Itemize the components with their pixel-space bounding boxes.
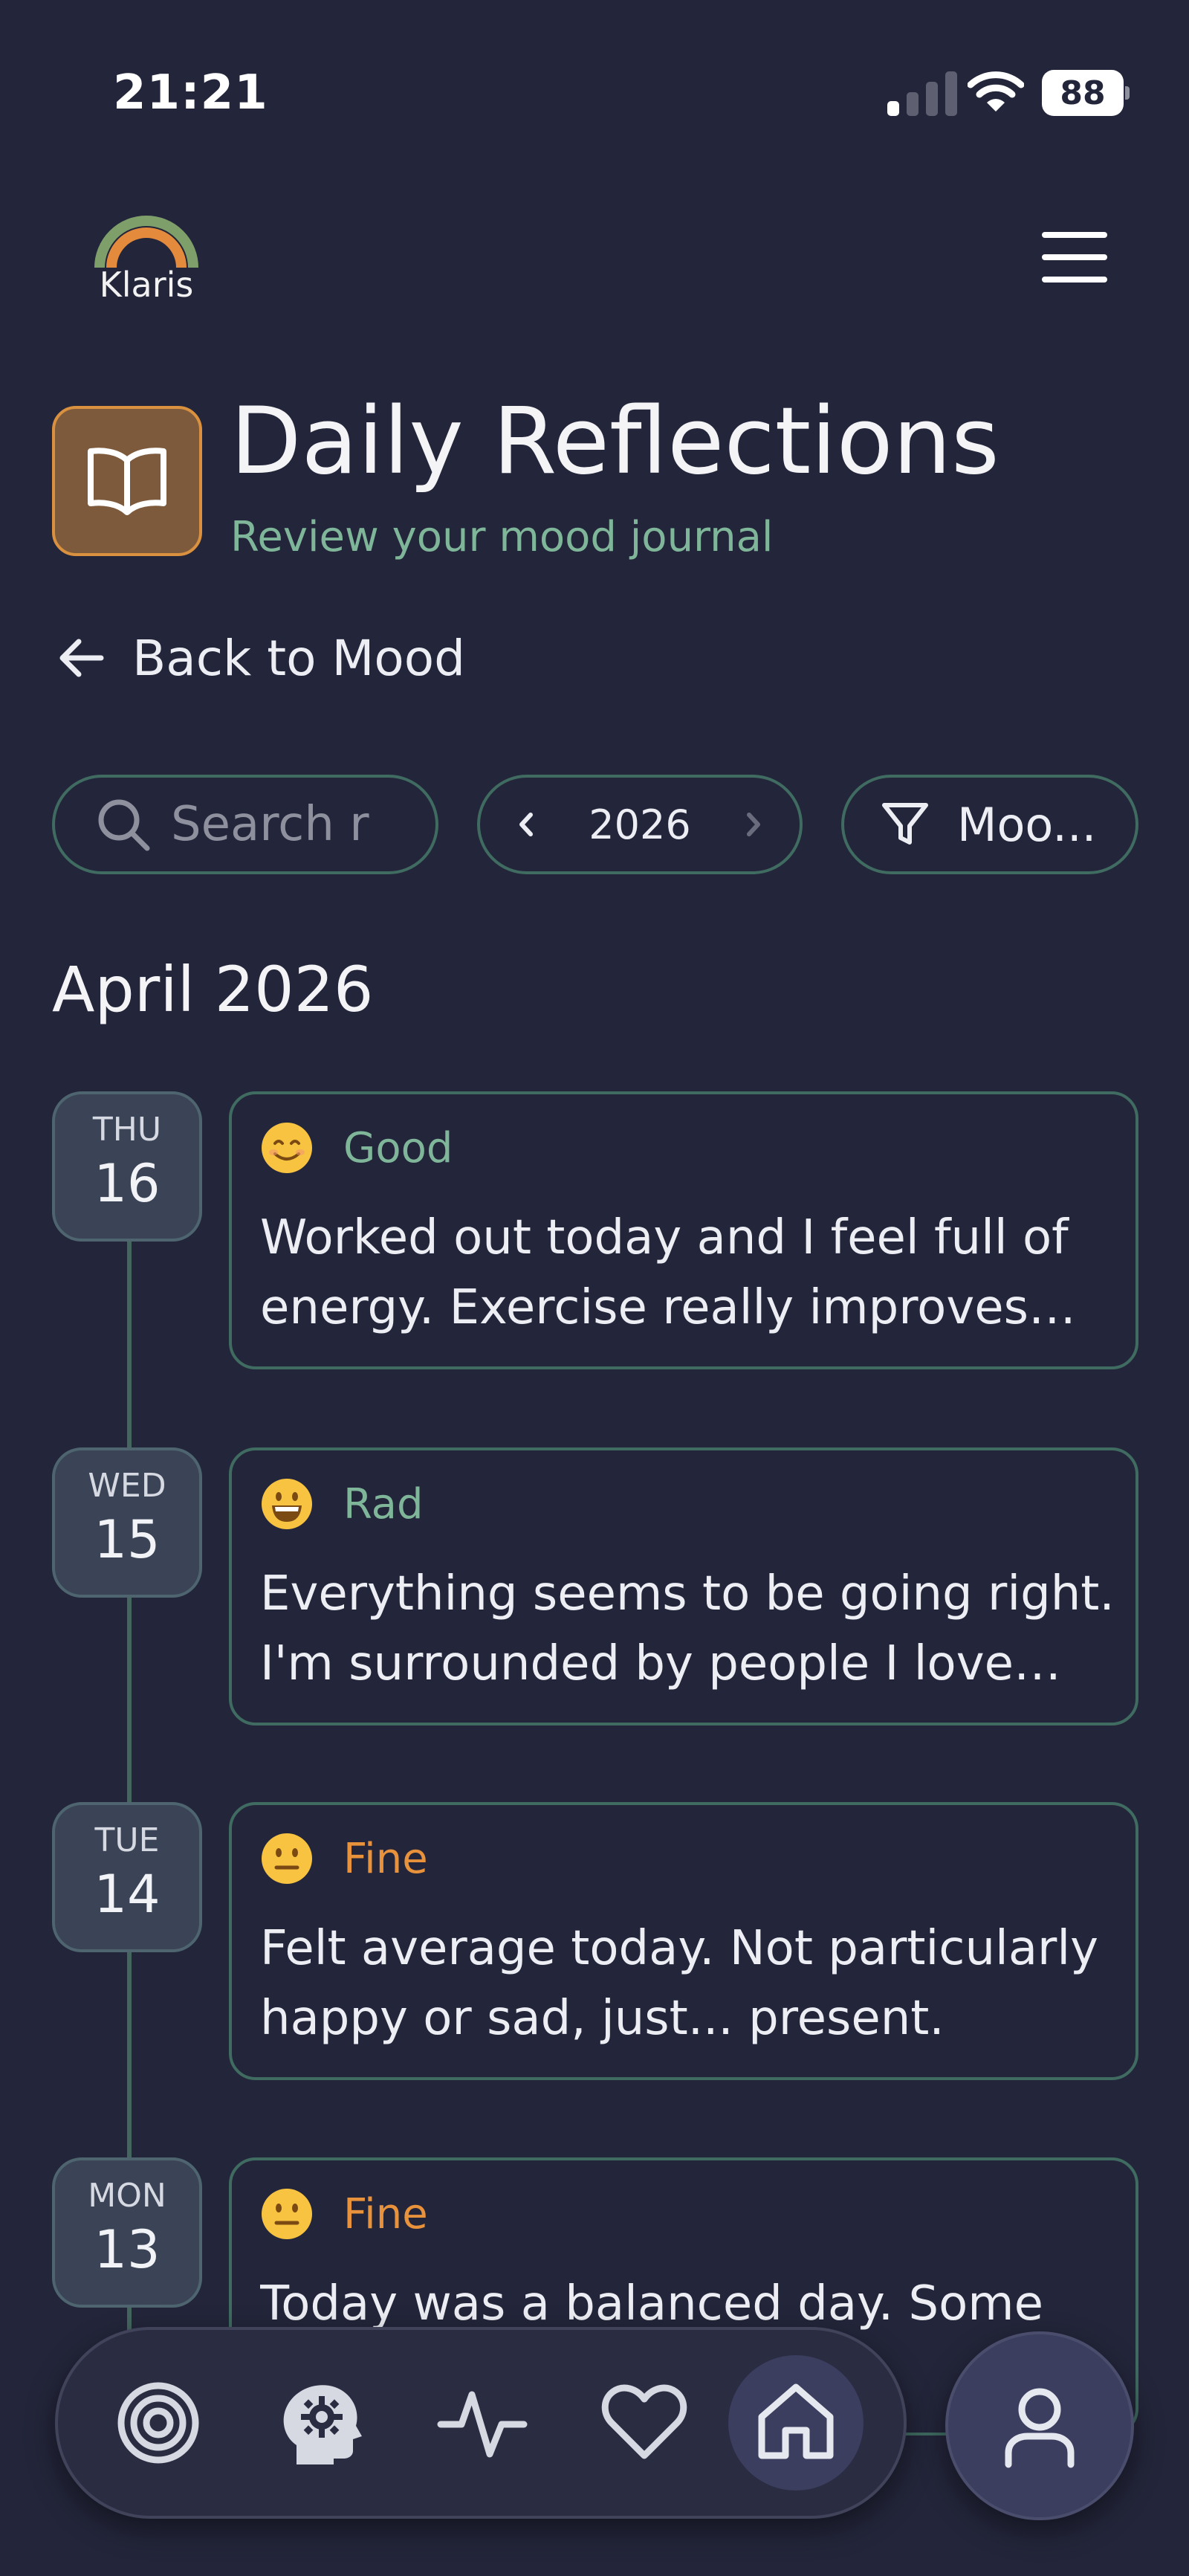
- grinning-face-icon: [262, 1479, 312, 1529]
- nav-home-button[interactable]: [728, 2355, 864, 2491]
- month-heading: April 2026: [52, 953, 374, 1026]
- battery-icon: 88: [1042, 70, 1130, 116]
- logo-text: Klaris: [99, 265, 194, 305]
- mind-gear-icon: [283, 2385, 362, 2464]
- klaris-logo[interactable]: Klaris: [94, 213, 199, 309]
- mood-row: Good: [260, 1118, 453, 1178]
- mood-filter-button[interactable]: Moo...: [841, 775, 1138, 874]
- home-icon: [758, 2383, 834, 2459]
- entry-day: 15: [94, 1509, 161, 1570]
- smiling-face-icon: [262, 1123, 312, 1173]
- wifi-icon: [968, 71, 1024, 112]
- mood-row: Fine: [260, 2184, 428, 2244]
- date-badge: MON 13: [52, 2157, 202, 2308]
- page-subtitle: Review your mood journal: [230, 513, 774, 561]
- signal-icon: [887, 71, 957, 116]
- open-book-icon: [52, 406, 202, 556]
- mood-label: Fine: [343, 2189, 428, 2238]
- hamburger-menu-icon[interactable]: [1039, 227, 1110, 287]
- search-input[interactable]: [171, 797, 416, 852]
- journal-entry: THU 16 Good Worked out today and I feel …: [0, 1091, 1189, 1374]
- year-value: 2026: [589, 801, 691, 848]
- mood-filter-label: Moo...: [957, 797, 1097, 852]
- chevron-left-icon[interactable]: [510, 807, 544, 842]
- entry-weekday: TUE: [94, 1821, 160, 1859]
- search-box[interactable]: [52, 775, 438, 874]
- nav-mind-button[interactable]: [253, 2355, 388, 2491]
- nav-target-button[interactable]: [91, 2355, 226, 2491]
- entry-weekday: THU: [92, 1111, 162, 1149]
- year-selector: 2026: [477, 775, 803, 874]
- entry-card[interactable]: Fine Felt average today. Not particularl…: [229, 1802, 1138, 2080]
- entry-day: 13: [94, 2219, 161, 2280]
- entry-card[interactable]: Good Worked out today and I feel full of…: [229, 1091, 1138, 1369]
- back-to-mood-link[interactable]: Back to Mood: [52, 624, 465, 691]
- page-title: Daily Reflections: [230, 388, 1000, 495]
- date-badge: TUE 14: [52, 1802, 202, 1952]
- entry-card[interactable]: Rad Everything seems to be going right. …: [229, 1447, 1138, 1726]
- target-icon: [117, 2382, 199, 2464]
- entry-weekday: WED: [88, 1467, 166, 1505]
- journal-entry: TUE 14 Fine Felt average today. Not part…: [0, 1802, 1189, 2085]
- mood-row: Rad: [260, 1474, 424, 1534]
- user-icon: [1005, 2388, 1075, 2468]
- battery-level: 88: [1042, 70, 1124, 116]
- entry-text: Everything seems to be going right. I'm …: [260, 1566, 1115, 1691]
- date-badge: WED 15: [52, 1447, 202, 1598]
- mood-label: Rad: [343, 1479, 424, 1529]
- neutral-face-icon: [262, 1833, 312, 1884]
- filter-funnel-icon: [882, 803, 928, 845]
- nav-pulse-button[interactable]: [415, 2355, 550, 2491]
- search-icon: [98, 799, 150, 851]
- heart-icon: [601, 2384, 687, 2459]
- mood-row: Fine: [260, 1829, 428, 1888]
- status-time: 21:21: [113, 65, 268, 120]
- journal-entry: WED 15 Rad Everything seems to be going …: [0, 1447, 1189, 1730]
- profile-button[interactable]: [945, 2331, 1134, 2520]
- neutral-face-icon: [262, 2189, 312, 2239]
- screen: 21:21 88 Klaris Daily Reflections Review…: [0, 0, 1189, 2576]
- back-to-mood-label: Back to Mood: [132, 629, 466, 687]
- mood-label: Fine: [343, 1834, 428, 1883]
- mood-label: Good: [343, 1123, 453, 1172]
- entry-text: Worked out today and I feel full of ener…: [260, 1210, 1069, 1335]
- rainbow-logo-icon: [94, 216, 198, 268]
- entry-day: 14: [94, 1864, 161, 1925]
- nav-heart-button[interactable]: [577, 2355, 712, 2491]
- entry-text: Felt average today. Not particularly hap…: [260, 1921, 1098, 2046]
- date-badge: THU 16: [52, 1091, 202, 1242]
- entry-weekday: MON: [88, 2177, 166, 2215]
- bottom-nav: [55, 2327, 907, 2519]
- arrow-left-icon: [59, 639, 104, 677]
- chevron-right-icon[interactable]: [736, 807, 770, 842]
- entry-day: 16: [94, 1153, 161, 1214]
- pulse-icon: [437, 2391, 528, 2458]
